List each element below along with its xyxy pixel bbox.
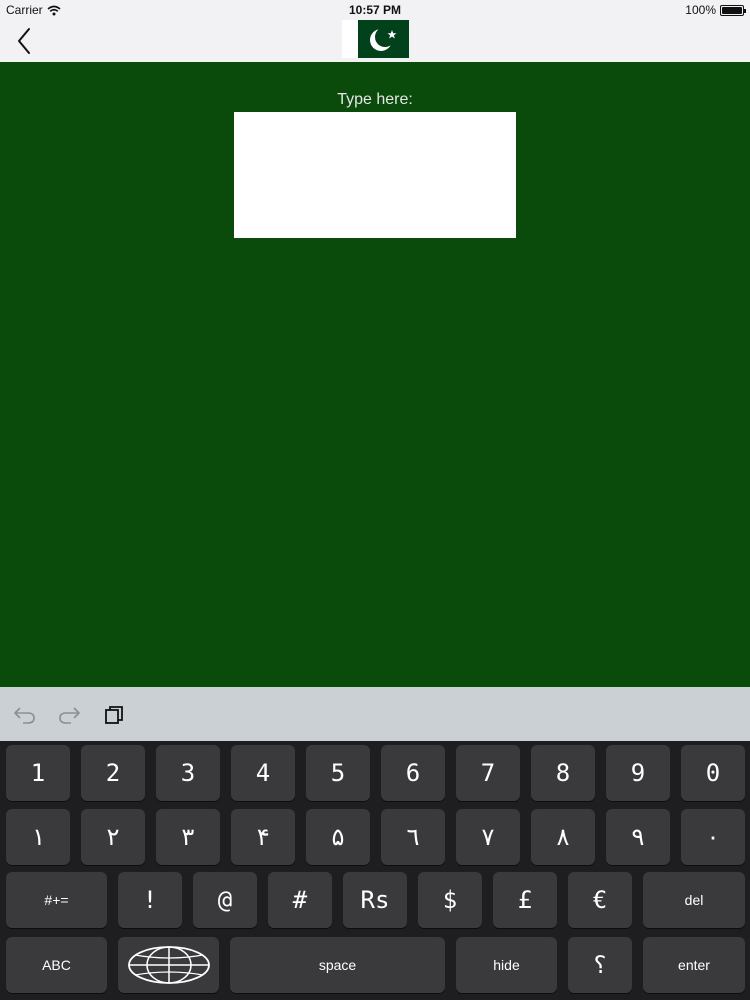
clock: 10:57 PM xyxy=(348,3,402,17)
undo-icon xyxy=(14,707,35,724)
pakistan-flag-icon xyxy=(342,20,409,58)
battery-percent: 100% xyxy=(685,3,716,17)
key-exclamation[interactable]: ! xyxy=(118,872,182,928)
battery-group: 100% xyxy=(685,3,746,17)
main-content: Type here: xyxy=(0,62,750,687)
key-pound[interactable]: £ xyxy=(493,872,557,928)
space-key[interactable]: space xyxy=(230,937,445,993)
enter-key[interactable]: enter xyxy=(643,937,745,993)
key-urdu-6[interactable]: ٦ xyxy=(381,809,445,865)
key-arabic-question[interactable]: ؟ xyxy=(568,937,632,993)
key-0[interactable]: 0 xyxy=(681,745,745,801)
key-3[interactable]: 3 xyxy=(156,745,220,801)
key-urdu-5[interactable]: ۵ xyxy=(306,809,370,865)
key-9[interactable]: 9 xyxy=(606,745,670,801)
redo-icon xyxy=(59,707,80,724)
key-1[interactable]: 1 xyxy=(6,745,70,801)
symbols-toggle-key[interactable]: #+= xyxy=(6,872,107,928)
key-urdu-0[interactable]: ٠ xyxy=(681,809,745,865)
key-7[interactable]: 7 xyxy=(456,745,520,801)
key-hash[interactable]: # xyxy=(268,872,332,928)
chevron-left-icon xyxy=(18,28,30,54)
key-euro[interactable]: € xyxy=(568,872,632,928)
key-rupee[interactable]: Rs xyxy=(343,872,407,928)
key-2[interactable]: 2 xyxy=(81,745,145,801)
key-urdu-7[interactable]: ٧ xyxy=(456,809,520,865)
key-urdu-1[interactable]: ١ xyxy=(6,809,70,865)
hide-keyboard-key[interactable]: hide xyxy=(456,937,557,993)
key-5[interactable]: 5 xyxy=(306,745,370,801)
key-urdu-9[interactable]: ٩ xyxy=(606,809,670,865)
text-input[interactable] xyxy=(234,112,516,238)
urdu-keyboard: 1 2 3 4 5 6 7 8 9 0 ١ ٢ ٣ ۴ ۵ ٦ ٧ ٨ ٩ ٠ … xyxy=(0,741,750,1000)
undo-button[interactable] xyxy=(12,703,38,727)
copy-button[interactable] xyxy=(101,703,127,727)
key-at[interactable]: @ xyxy=(193,872,257,928)
key-urdu-3[interactable]: ٣ xyxy=(156,809,220,865)
key-4[interactable]: 4 xyxy=(231,745,295,801)
type-here-label: Type here: xyxy=(337,91,413,108)
key-urdu-8[interactable]: ٨ xyxy=(531,809,595,865)
globe-icon xyxy=(127,946,210,984)
delete-key[interactable]: del xyxy=(643,872,745,928)
keyboard-toolbar xyxy=(0,687,750,741)
status-bar: Carrier 10:57 PM 100% xyxy=(0,0,750,20)
back-button[interactable] xyxy=(8,24,40,58)
key-urdu-2[interactable]: ٢ xyxy=(81,809,145,865)
nav-bar xyxy=(0,20,750,62)
globe-key[interactable] xyxy=(118,937,219,993)
key-dollar[interactable]: $ xyxy=(418,872,482,928)
abc-key[interactable]: ABC xyxy=(6,937,107,993)
key-8[interactable]: 8 xyxy=(531,745,595,801)
key-urdu-4[interactable]: ۴ xyxy=(231,809,295,865)
redo-button[interactable] xyxy=(56,703,82,727)
copy-icon xyxy=(105,706,123,724)
key-6[interactable]: 6 xyxy=(381,745,445,801)
battery-icon xyxy=(720,4,746,16)
